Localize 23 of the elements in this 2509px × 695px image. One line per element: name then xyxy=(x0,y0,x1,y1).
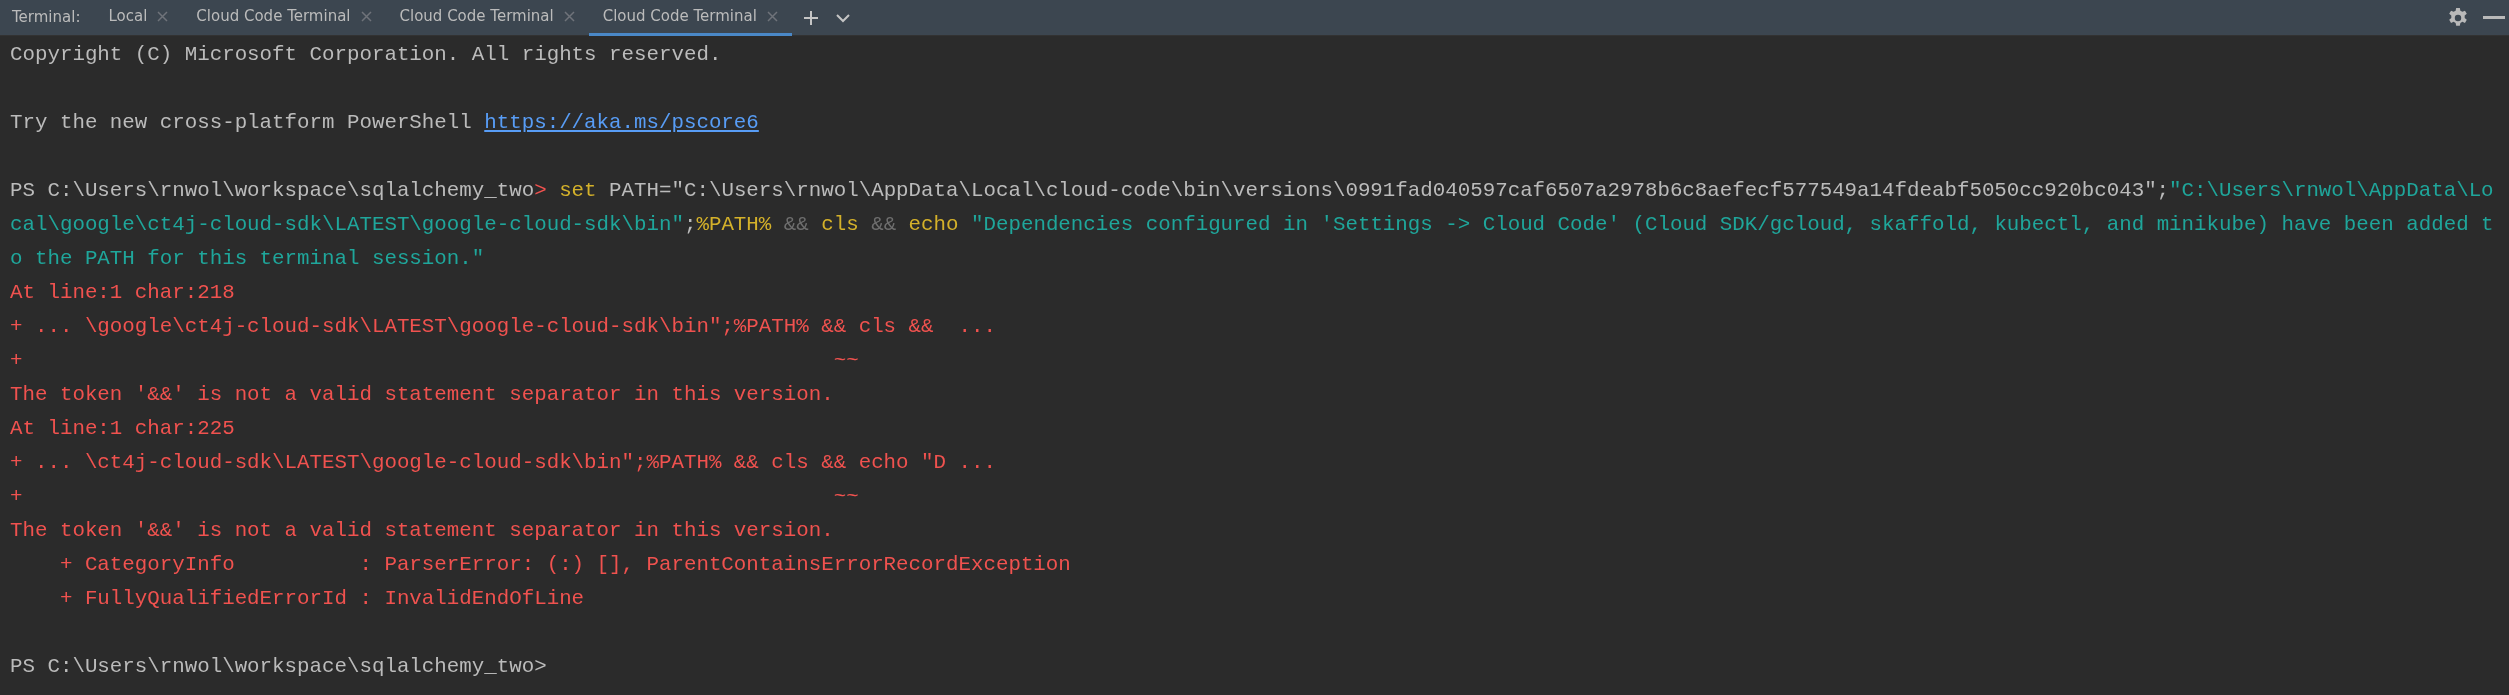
terminal-line: + CategoryInfo : ParserError: (:) [], ParentContainsErrorRecordException xyxy=(58,552,1072,578)
terminal-line: + ~~ xyxy=(10,484,860,510)
minimize-icon[interactable] xyxy=(2483,15,2505,20)
terminal-line: o the PATH for this terminal session." xyxy=(10,246,486,272)
terminal-text: Try the new cross-platform PowerShell xyxy=(10,111,473,134)
panel-label: Terminal: xyxy=(11,7,82,29)
terminal-line: + ... \google\ct4j-cloud-sdk\LATEST\google-cloud-sdk\bin";%PATH% && cls && ... xyxy=(10,314,997,340)
terminal-line: cal\google\ct4j-cloud-sdk\LATEST\google-cloud-sdk\bin";%PATH% && cls && echo "Dependencies configured in 'Settings -> Cloud Code' (Cloud SDK/gcloud, skaffold, kubectl, and minikube) have been added t xyxy=(10,212,2495,238)
terminal-line: At line:1 char:225 xyxy=(10,416,236,442)
terminal-line: At line:1 char:218 xyxy=(10,280,236,306)
terminal-line: + ~~ xyxy=(10,348,860,374)
terminal-line: + FullyQualifiedErrorId : InvalidEndOfLine xyxy=(58,586,586,612)
terminal-tab[interactable]: Local xyxy=(94,0,183,36)
terminal-line: The token '&&' is not a valid statement separator in this version. xyxy=(10,382,835,408)
terminal-line: + ... \ct4j-cloud-sdk\LATEST\google-cloud-sdk\bin";%PATH% && cls && echo "D ... xyxy=(10,450,997,476)
terminal-tab[interactable]: Cloud Code Terminal xyxy=(385,0,589,36)
terminal-line: Copyright (C) Microsoft Corporation. All rights reserved. xyxy=(10,42,723,68)
link[interactable]: https://aka.ms/pscore6 xyxy=(484,111,759,134)
terminal-line: The token '&&' is not a valid statement separator in this version. xyxy=(10,518,835,544)
terminal-line: PS C:\Users\rnwol\workspace\sqlalchemy_two> set PATH="C:\Users\rnwol\AppData\Local\cloud-code\bin\versions\0991fad040597caf6507a2978b6c8aefecf577549a14fdeabf5050cc920bc043";"C:\Users\rnwol\AppData\Lo xyxy=(10,178,2495,204)
settings-icon[interactable] xyxy=(2447,6,2469,29)
terminal-tab[interactable]: Cloud Code Terminal xyxy=(182,0,386,36)
terminal-line: PS C:\Users\rnwol\workspace\sqlalchemy_two> xyxy=(10,654,548,680)
